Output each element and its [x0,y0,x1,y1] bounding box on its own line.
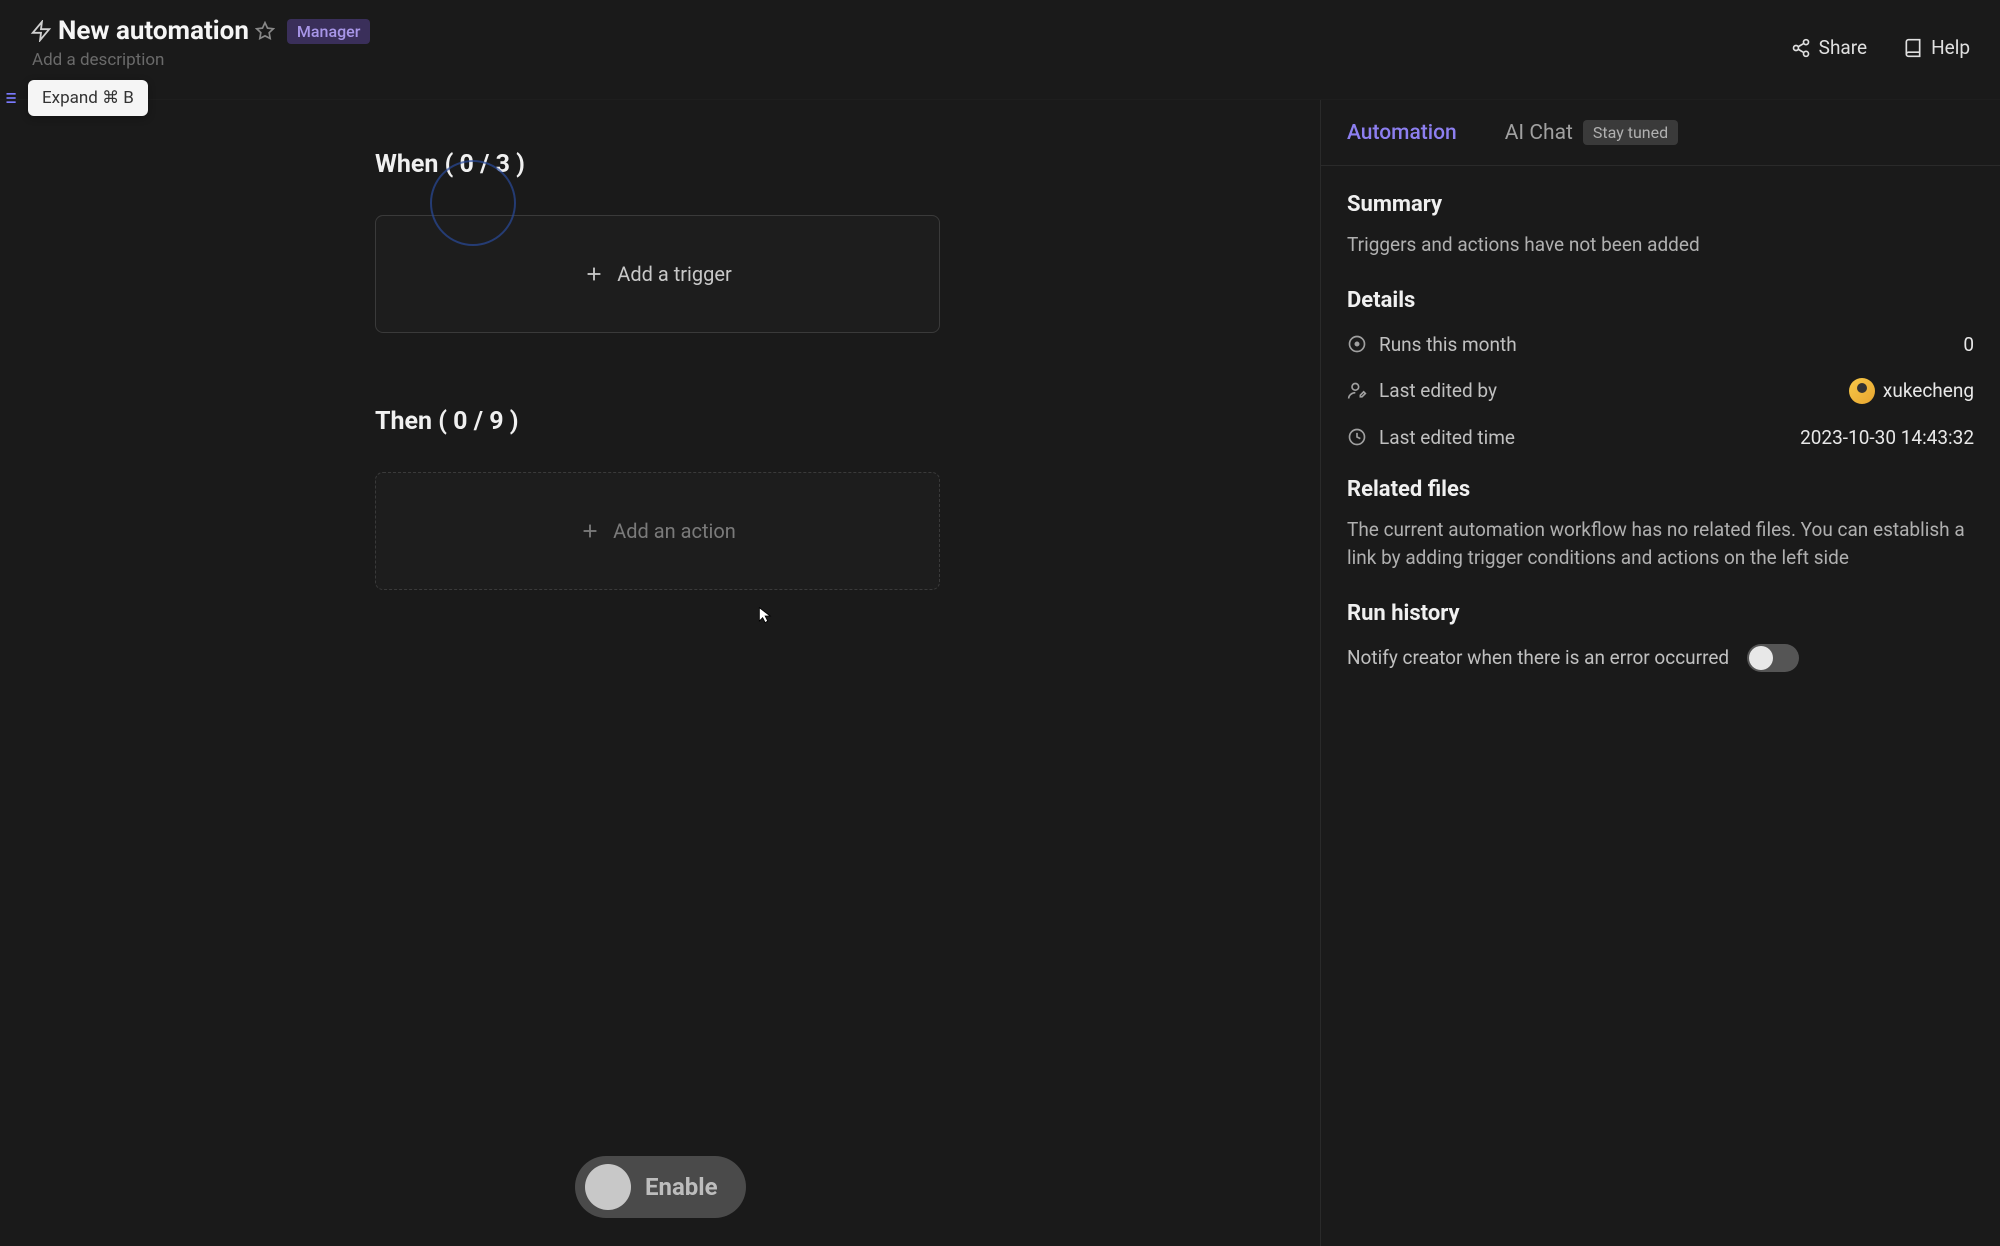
star-icon[interactable] [255,21,275,41]
tab-automation[interactable]: Automation [1347,121,1457,145]
summary-text: Triggers and actions have not been added [1347,231,1974,260]
details-section: Details Runs this month 0 Last edited by [1347,288,1974,449]
summary-heading: Summary [1347,192,1974,217]
canvas: When ( 0 / 3 ) Add a trigger Then ( 0 / … [0,100,1320,1246]
side-panel: Automation AI Chat Stay tuned Summary Tr… [1320,100,2000,1246]
cursor-icon [756,606,776,626]
notify-label: Notify creator when there is an error oc… [1347,646,1729,669]
bolt-icon [30,20,52,42]
detail-runs: Runs this month 0 [1347,333,1974,356]
related-files-text: The current automation workflow has no r… [1347,516,1974,573]
panel-tabs: Automation AI Chat Stay tuned [1321,100,2000,166]
when-section-title: When ( 0 / 3 ) [375,150,1320,179]
clock-icon [1347,427,1367,447]
expand-tooltip: Expand ⌘ B [28,80,148,116]
editor-value-cell: xukecheng [1849,378,1974,404]
detail-editor: Last edited by xukecheng [1347,378,1974,404]
tab-ai-chat-badge: Stay tuned [1583,120,1678,145]
role-badge: Manager [287,19,370,44]
header-right: Share Help [1791,16,1970,59]
runs-value: 0 [1963,333,1974,356]
notify-toggle[interactable] [1747,644,1799,672]
detail-time: Last edited time 2023-10-30 14:43:32 [1347,426,1974,449]
runs-label: Runs this month [1379,333,1517,356]
details-heading: Details [1347,288,1974,313]
add-action-label: Add an action [613,519,736,543]
then-section-title: Then ( 0 / 9 ) [375,407,1320,436]
ripple-indicator [430,160,516,246]
editor-value: xukecheng [1883,379,1974,402]
enable-toggle[interactable]: Enable [575,1156,746,1218]
help-button[interactable]: Help [1903,36,1970,59]
time-label: Last edited time [1379,426,1515,449]
notify-row: Notify creator when there is an error oc… [1347,644,1974,672]
summary-section: Summary Triggers and actions have not be… [1347,192,1974,260]
share-label: Share [1819,36,1867,59]
panel-body: Summary Triggers and actions have not be… [1321,166,2000,698]
editor-label: Last edited by [1379,379,1497,402]
tab-ai-chat[interactable]: AI Chat Stay tuned [1505,120,1678,145]
enable-knob [585,1164,631,1210]
header: New automation Manager Add a description… [0,0,2000,100]
add-action-button[interactable]: Add an action [375,472,940,590]
run-history-section: Run history Notify creator when there is… [1347,601,1974,672]
share-button[interactable]: Share [1791,36,1867,59]
page-title[interactable]: New automation [58,16,249,46]
title-row: New automation Manager [30,16,370,46]
tab-ai-chat-label: AI Chat [1505,121,1573,145]
run-history-heading: Run history [1347,601,1974,626]
enable-label: Enable [645,1173,718,1201]
main-layout: When ( 0 / 3 ) Add a trigger Then ( 0 / … [0,100,2000,1246]
user-edit-icon [1347,381,1367,401]
description-input[interactable]: Add a description [32,50,370,70]
avatar [1849,378,1875,404]
related-files-heading: Related files [1347,477,1974,502]
help-label: Help [1931,36,1970,59]
header-left: New automation Manager Add a description [30,16,370,70]
related-files-section: Related files The current automation wor… [1347,477,1974,573]
time-value: 2023-10-30 14:43:32 [1800,426,1974,449]
notify-toggle-knob [1749,646,1773,670]
target-icon [1347,334,1367,354]
add-trigger-label: Add a trigger [617,262,731,286]
